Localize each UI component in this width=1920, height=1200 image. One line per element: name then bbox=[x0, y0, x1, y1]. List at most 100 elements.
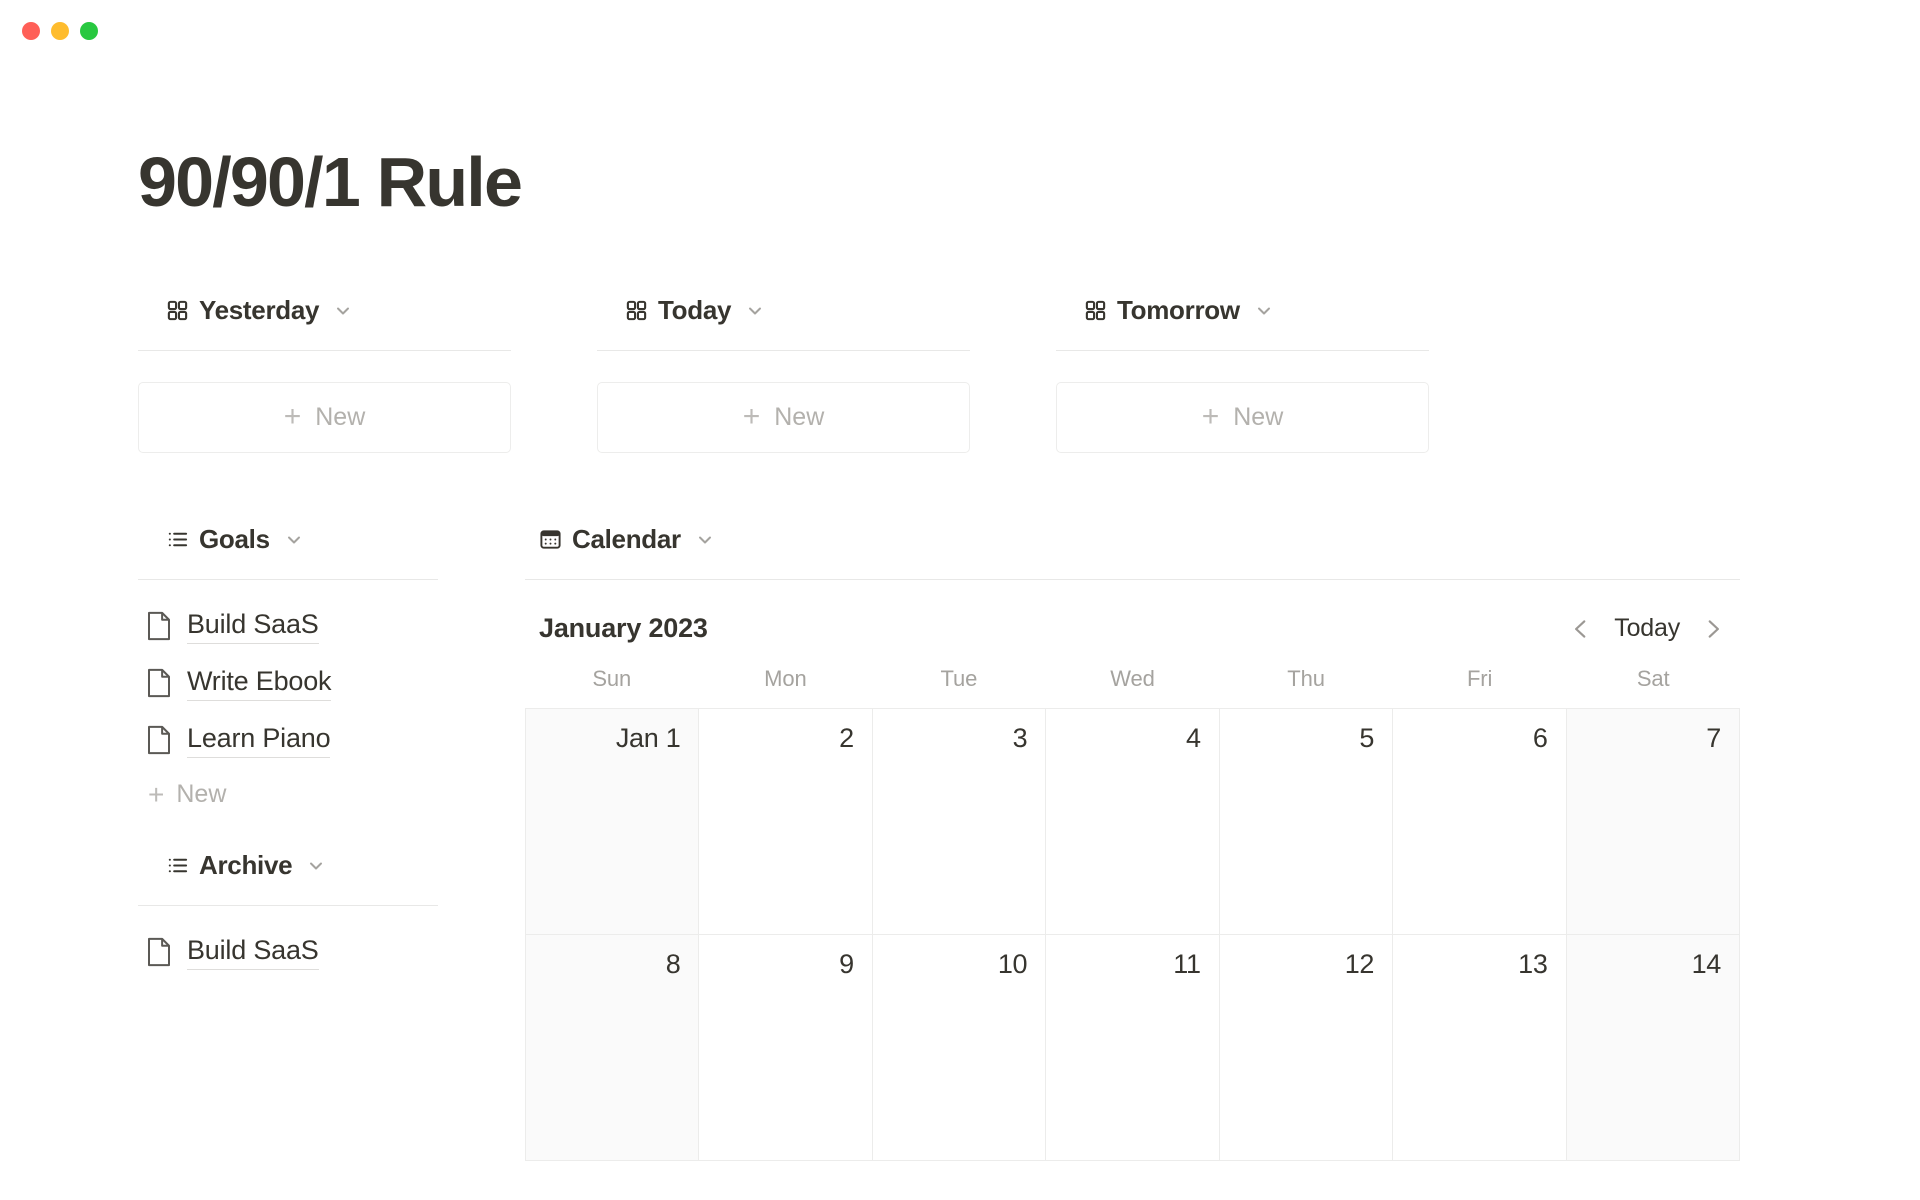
goal-title: Build SaaS bbox=[187, 608, 319, 644]
chevron-left-icon[interactable] bbox=[1568, 614, 1594, 644]
day-number: 2 bbox=[839, 722, 854, 753]
day-number: 4 bbox=[1185, 722, 1201, 753]
chevron-down-icon[interactable] bbox=[745, 301, 765, 321]
day-board-today: Today + New bbox=[597, 294, 970, 453]
calendar-day-cell[interactable]: 7 bbox=[1566, 708, 1740, 935]
section-divider bbox=[138, 349, 511, 351]
chevron-down-icon[interactable] bbox=[333, 301, 353, 321]
archive-list: Build SaaS bbox=[138, 924, 438, 981]
page-content: 90/90/1 Rule Yesterday + New Today + New… bbox=[0, 145, 1920, 1161]
close-button[interactable] bbox=[22, 22, 40, 40]
plus-icon: + bbox=[283, 400, 302, 433]
minimize-button[interactable] bbox=[51, 22, 69, 40]
chevron-down-icon[interactable] bbox=[284, 530, 304, 550]
section-header-goals[interactable]: Goals bbox=[138, 523, 438, 557]
list-item[interactable]: Learn Piano bbox=[138, 712, 438, 769]
grid-icon bbox=[1084, 299, 1107, 322]
grid-icon bbox=[166, 299, 189, 322]
day-number: Jan 1 bbox=[615, 722, 681, 753]
day-number: 12 bbox=[1344, 948, 1375, 979]
calendar-month-label: January 2023 bbox=[539, 613, 708, 643]
new-goal-button[interactable]: + New bbox=[138, 773, 438, 817]
calendar-day-cell[interactable]: 5 bbox=[1219, 708, 1394, 935]
calendar-day-cell[interactable]: 10 bbox=[872, 934, 1047, 1161]
goals-column: Goals Build SaaS Write Ebook Learn Piano… bbox=[138, 523, 438, 1161]
lower-content-row: Goals Build SaaS Write Ebook Learn Piano… bbox=[138, 523, 1920, 1161]
goal-title: Write Ebook bbox=[187, 665, 332, 701]
chevron-right-icon[interactable] bbox=[1700, 614, 1726, 644]
new-label: New bbox=[315, 402, 366, 431]
weekday-label: Fri bbox=[1466, 665, 1493, 691]
list-item[interactable]: Build SaaS bbox=[138, 598, 438, 655]
section-header-calendar[interactable]: Calendar bbox=[525, 523, 1740, 557]
day-number: 13 bbox=[1518, 948, 1548, 979]
section-title-calendar: Calendar bbox=[572, 524, 681, 554]
day-board-tomorrow: Tomorrow + New bbox=[1056, 294, 1429, 453]
weekday-label: Sun bbox=[592, 665, 632, 691]
grid-icon bbox=[625, 299, 648, 322]
calendar-today-button[interactable]: Today bbox=[1610, 614, 1684, 643]
maximize-button[interactable] bbox=[80, 22, 98, 40]
list-item[interactable]: Write Ebook bbox=[138, 655, 438, 712]
calendar-day-cell[interactable]: 12 bbox=[1219, 934, 1394, 1161]
archive-title: Build SaaS bbox=[187, 934, 319, 970]
chevron-down-icon[interactable] bbox=[695, 530, 715, 550]
section-header-today[interactable]: Today bbox=[597, 294, 970, 328]
new-label: New bbox=[176, 780, 227, 808]
day-number: 6 bbox=[1532, 722, 1548, 753]
calendar-day-cell[interactable]: 8 bbox=[526, 934, 700, 1161]
list-icon bbox=[166, 528, 189, 551]
section-divider bbox=[138, 904, 438, 906]
day-number: 9 bbox=[839, 948, 854, 979]
goals-list: Build SaaS Write Ebook Learn Piano bbox=[138, 598, 438, 769]
calendar-day-cell[interactable]: 4 bbox=[1046, 708, 1220, 935]
chevron-down-icon[interactable] bbox=[306, 856, 326, 876]
section-header-archive[interactable]: Archive bbox=[138, 849, 438, 883]
section-divider bbox=[525, 578, 1740, 580]
calendar-day-cell[interactable]: Jan 1 bbox=[526, 708, 700, 935]
new-item-button-today[interactable]: + New bbox=[597, 381, 970, 453]
day-number: 11 bbox=[1173, 948, 1201, 979]
weekday-label: Thu bbox=[1287, 665, 1325, 691]
calendar-day-cell[interactable]: 3 bbox=[872, 708, 1047, 935]
weekday-label: Sat bbox=[1636, 665, 1670, 691]
new-label: New bbox=[774, 402, 825, 431]
section-title-archive: Archive bbox=[199, 850, 293, 880]
calendar-day-cell[interactable]: 13 bbox=[1393, 934, 1567, 1161]
section-title-goals: Goals bbox=[199, 524, 270, 554]
calendar-day-cell[interactable]: 9 bbox=[699, 934, 873, 1161]
day-board-yesterday: Yesterday + New bbox=[138, 294, 511, 453]
plus-icon: + bbox=[1201, 400, 1220, 433]
section-header-yesterday[interactable]: Yesterday bbox=[138, 294, 511, 328]
section-title-yesterday: Yesterday bbox=[199, 295, 320, 325]
list-item[interactable]: Build SaaS bbox=[138, 924, 438, 981]
plus-icon: + bbox=[148, 778, 165, 810]
weekday-label: Wed bbox=[1110, 665, 1155, 691]
new-label: New bbox=[1233, 402, 1284, 431]
day-number: 5 bbox=[1359, 722, 1375, 753]
new-item-button-tomorrow[interactable]: + New bbox=[1056, 381, 1429, 453]
calendar-day-cell[interactable]: 6 bbox=[1393, 708, 1567, 935]
document-icon bbox=[146, 937, 172, 967]
calendar-day-cell[interactable]: 2 bbox=[699, 708, 873, 935]
section-divider bbox=[597, 349, 970, 351]
calendar-weekday-header: Sun Mon Tue Wed Thu Fri Sat bbox=[525, 666, 1740, 708]
new-item-button-yesterday[interactable]: + New bbox=[138, 381, 511, 453]
day-number: 14 bbox=[1691, 948, 1722, 979]
document-icon bbox=[146, 668, 172, 698]
calendar-day-cell[interactable]: 14 bbox=[1566, 934, 1740, 1161]
calendar-day-cell[interactable]: 11 bbox=[1046, 934, 1220, 1161]
day-number: 7 bbox=[1706, 722, 1721, 753]
day-boards-row: Yesterday + New Today + New Tomorrow + N… bbox=[138, 294, 1920, 453]
document-icon bbox=[146, 725, 172, 755]
section-header-tomorrow[interactable]: Tomorrow bbox=[1056, 294, 1429, 328]
calendar-icon bbox=[539, 528, 562, 551]
goal-title: Learn Piano bbox=[187, 722, 331, 758]
section-divider bbox=[1056, 349, 1429, 351]
day-number: 8 bbox=[665, 948, 681, 979]
section-divider bbox=[138, 578, 438, 580]
chevron-down-icon[interactable] bbox=[1254, 301, 1274, 321]
window-titlebar bbox=[0, 0, 1920, 62]
day-number: 3 bbox=[1012, 722, 1028, 753]
section-title-today: Today bbox=[658, 295, 732, 325]
